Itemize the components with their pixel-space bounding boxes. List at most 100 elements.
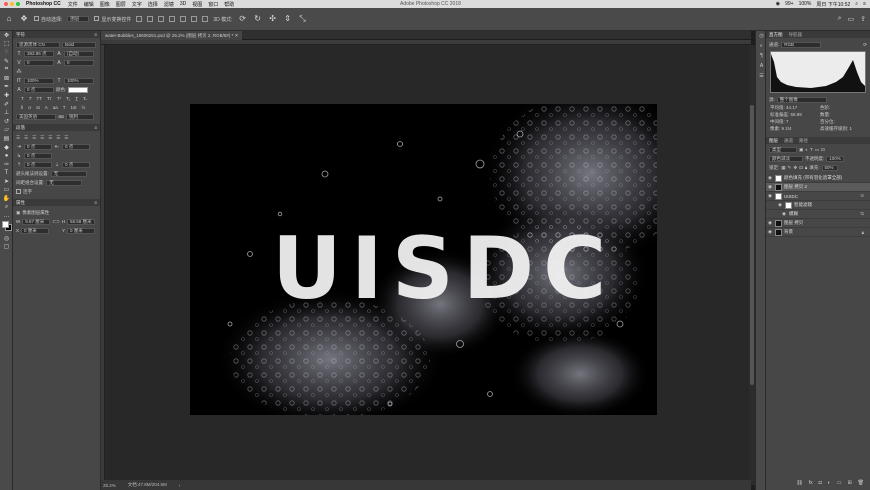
lock-pixels-icon[interactable]: ▦ bbox=[781, 165, 785, 171]
visibility-icon[interactable]: ◉ bbox=[782, 211, 787, 217]
layer-name[interactable]: 模糊 bbox=[789, 211, 798, 217]
half-button[interactable]: ½ bbox=[82, 105, 86, 110]
color-swatches[interactable] bbox=[0, 220, 12, 234]
tracking-field[interactable]: 0 bbox=[64, 59, 94, 66]
gradient-tool-icon[interactable]: ▤ bbox=[0, 134, 13, 143]
superscript-button[interactable]: T¹ bbox=[57, 96, 61, 101]
3d-pan-icon[interactable]: ✣ bbox=[268, 14, 278, 24]
swash-button[interactable]: st bbox=[36, 105, 40, 110]
trash-icon[interactable]: 🗑︎ bbox=[858, 480, 864, 488]
lock-move-icon[interactable]: ✥ bbox=[793, 165, 797, 171]
indent-right-field[interactable]: 0 点 bbox=[62, 143, 90, 150]
filter-options-icon[interactable]: ⇆ bbox=[860, 211, 864, 217]
underline-button[interactable]: T̲ bbox=[75, 96, 78, 101]
font-family-dropdown[interactable]: 思源黑体 CN bbox=[16, 41, 60, 48]
font-size-field[interactable]: 383.86 点 bbox=[24, 50, 54, 57]
menu-image[interactable]: 图像 bbox=[100, 1, 110, 8]
notification-count[interactable]: 99+ bbox=[785, 1, 793, 8]
justify-right-icon[interactable]: ☰ bbox=[56, 135, 60, 141]
vertical-ruler[interactable] bbox=[101, 45, 105, 485]
tab-channels[interactable]: 通道 bbox=[784, 137, 793, 144]
more-tools-icon[interactable]: … bbox=[0, 211, 13, 220]
mojikumi-dropdown[interactable]: 无 bbox=[46, 179, 83, 186]
space-before-field[interactable]: 0 点 bbox=[24, 161, 52, 168]
window-controls[interactable] bbox=[4, 2, 20, 6]
tab-paths[interactable]: 路径 bbox=[799, 137, 808, 144]
align-right-icon[interactable] bbox=[158, 16, 165, 22]
dodge-tool-icon[interactable]: ● bbox=[0, 151, 13, 160]
close-icon[interactable]: ✕ bbox=[235, 33, 239, 38]
faux-italic-button[interactable]: T bbox=[29, 96, 32, 101]
antialias-dropdown[interactable]: 锐利 bbox=[66, 113, 94, 120]
menu-list-icon[interactable]: ≡ bbox=[863, 1, 866, 8]
y-field[interactable]: 0 厘米 bbox=[67, 227, 96, 234]
layer-name[interactable]: 背景 bbox=[784, 229, 793, 235]
menu-select[interactable]: 选择 bbox=[148, 1, 158, 8]
smart-object-icon[interactable]: ⊙ bbox=[860, 193, 864, 199]
stamp-tool-icon[interactable]: ⊥ bbox=[0, 108, 13, 117]
3d-slide-icon[interactable]: ⇕ bbox=[283, 14, 293, 24]
panel-menu-icon[interactable]: ≡ bbox=[94, 31, 97, 38]
layer-row[interactable]: ◉ 图层 拷贝 bbox=[766, 219, 870, 228]
eraser-tool-icon[interactable]: ▱ bbox=[0, 126, 13, 135]
space-after-field[interactable]: 0 点 bbox=[62, 161, 90, 168]
document-canvas[interactable]: UISDC bbox=[190, 104, 657, 415]
hyphenate-checkbox[interactable] bbox=[16, 189, 21, 194]
justify-left-icon[interactable]: ☰ bbox=[40, 135, 44, 141]
menu-filter[interactable]: 滤镜 bbox=[164, 1, 174, 8]
menu-help[interactable]: 帮助 bbox=[224, 1, 234, 8]
visibility-icon[interactable]: ◉ bbox=[768, 175, 773, 181]
font-style-dropdown[interactable]: Bold bbox=[62, 41, 96, 48]
shape-tool-icon[interactable]: ▭ bbox=[0, 186, 13, 195]
show-transform-checkbox[interactable]: 显示变换控件 bbox=[94, 15, 131, 23]
leading-field[interactable]: (自动) bbox=[64, 50, 94, 57]
brush-tool-icon[interactable]: ✐ bbox=[0, 100, 13, 109]
visibility-icon[interactable]: ◉ bbox=[768, 184, 773, 190]
justify-center-icon[interactable]: ☰ bbox=[48, 135, 52, 141]
layer-row[interactable]: ◉ 模糊 ⇆ bbox=[766, 210, 870, 219]
tab-histogram[interactable]: 直方图 bbox=[769, 31, 783, 38]
lock-artboard-icon[interactable]: ⊡ bbox=[799, 165, 803, 171]
adjustment-layer-icon[interactable]: ◐ bbox=[828, 480, 831, 488]
fx-icon[interactable]: fx bbox=[809, 480, 813, 488]
blend-mode-dropdown[interactable]: 颜色减淡 bbox=[769, 155, 803, 162]
properties-panel-header[interactable]: 属性 ≡ bbox=[13, 199, 100, 206]
3d-scale-icon[interactable]: ⤡ bbox=[298, 14, 308, 24]
small-caps-button[interactable]: Tт bbox=[47, 96, 52, 101]
foreground-color-swatch[interactable] bbox=[2, 221, 9, 229]
filter-shape-icon[interactable]: ▭ bbox=[815, 147, 819, 153]
all-caps-button[interactable]: TT bbox=[37, 96, 43, 101]
link-icon[interactable]: ⊂⊃ bbox=[52, 219, 60, 225]
zoom-level[interactable]: 25.2% bbox=[103, 483, 116, 488]
chevron-right-icon[interactable]: › bbox=[179, 483, 181, 488]
horizontal-ruler[interactable] bbox=[101, 40, 751, 45]
distribute-icon[interactable] bbox=[202, 16, 209, 22]
blur-tool-icon[interactable]: ◆ bbox=[0, 143, 13, 152]
home-icon[interactable]: ⌂ bbox=[4, 14, 14, 24]
screen-mode-icon[interactable]: ▢ bbox=[0, 243, 13, 252]
subscript-button[interactable]: T₁ bbox=[66, 96, 70, 101]
move-tool-icon[interactable]: ✥ bbox=[19, 14, 29, 24]
menu-window[interactable]: 窗口 bbox=[208, 1, 218, 8]
justify-all-icon[interactable]: ☰ bbox=[64, 135, 68, 141]
tab-navigator[interactable]: 导航器 bbox=[789, 31, 803, 38]
healing-tool-icon[interactable]: ✚ bbox=[0, 91, 13, 100]
layer-filter-dropdown[interactable]: 类型 bbox=[769, 146, 797, 153]
menu-view[interactable]: 视图 bbox=[192, 1, 202, 8]
close-window-button[interactable] bbox=[4, 2, 8, 6]
character-panel-header[interactable]: 字符 ≡ bbox=[13, 31, 100, 38]
zoom-tool-icon[interactable]: ⌕ bbox=[0, 203, 13, 212]
panel-menu-icon[interactable]: ≡ bbox=[94, 199, 97, 206]
type-tool-icon[interactable]: T bbox=[0, 169, 13, 178]
layer-name[interactable]: 智能滤镜 bbox=[794, 202, 812, 208]
oldstyle-button[interactable]: ơ bbox=[28, 105, 31, 110]
kinsoku-dropdown[interactable]: 无 bbox=[50, 170, 87, 177]
hand-tool-icon[interactable]: ✋ bbox=[0, 194, 13, 203]
frame-tool-icon[interactable]: ⊠ bbox=[0, 74, 13, 83]
lasso-tool-icon[interactable]: ◌ bbox=[0, 48, 13, 57]
eyedropper-tool-icon[interactable]: ✒ bbox=[0, 83, 13, 92]
titling-button[interactable]: aa bbox=[53, 105, 58, 110]
baseline-shift-field[interactable]: 0 点 bbox=[24, 86, 54, 93]
filter-smart-icon[interactable]: ⊡ bbox=[821, 147, 825, 153]
layer-name[interactable]: 颜色填充 (带有羽化遮罩全部) bbox=[784, 175, 842, 181]
